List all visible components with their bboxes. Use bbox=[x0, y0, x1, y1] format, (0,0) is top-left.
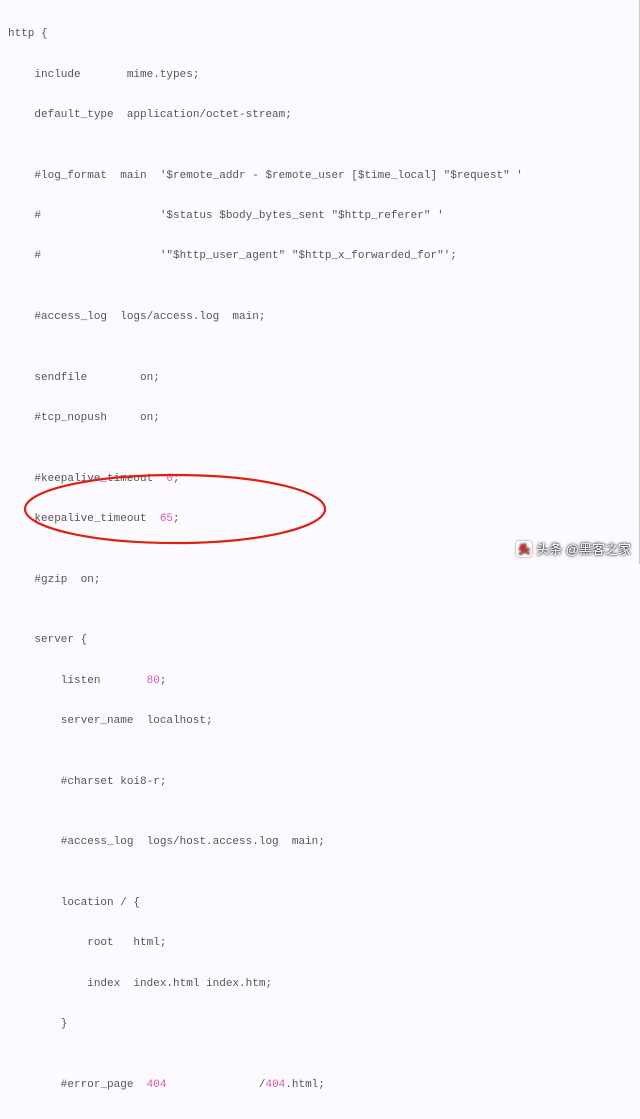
watermark-text: 头条 @黑客之家 bbox=[536, 539, 631, 558]
code-line: index index.html index.htm; bbox=[8, 974, 631, 994]
code-line: } bbox=[8, 1014, 631, 1034]
code-line: #keepalive_timeout 0; bbox=[8, 469, 631, 489]
code-line: keepalive_timeout 65; bbox=[8, 509, 631, 529]
code-line: # '"$http_user_agent" "$http_x_forwarded… bbox=[8, 246, 631, 266]
code-line: #log_format main '$remote_addr - $remote… bbox=[8, 166, 631, 186]
code-line: #tcp_nopush on; bbox=[8, 408, 631, 428]
watermark: 头 头条 @黑客之家 bbox=[516, 539, 631, 558]
code-line: server_name localhost; bbox=[8, 711, 631, 731]
nginx-config-code: http { include mime.types; default_type … bbox=[0, 0, 639, 1119]
code-line: listen 80; bbox=[8, 671, 631, 691]
code-line: include mime.types; bbox=[8, 65, 631, 85]
code-line: server { bbox=[8, 630, 631, 650]
watermark-icon: 头 bbox=[516, 541, 532, 557]
code-line: location / { bbox=[8, 893, 631, 913]
code-line: #access_log logs/access.log main; bbox=[8, 307, 631, 327]
code-line: http { bbox=[8, 24, 631, 44]
code-line: # '$status $body_bytes_sent "$http_refer… bbox=[8, 206, 631, 226]
code-line: default_type application/octet-stream; bbox=[8, 105, 631, 125]
code-line: sendfile on; bbox=[8, 368, 631, 388]
code-line: root html; bbox=[8, 933, 631, 953]
code-line: #error_page 404 /404.html; bbox=[8, 1075, 631, 1095]
code-line: #access_log logs/host.access.log main; bbox=[8, 832, 631, 852]
code-line: #charset koi8-r; bbox=[8, 772, 631, 792]
code-line: #gzip on; bbox=[8, 570, 631, 590]
